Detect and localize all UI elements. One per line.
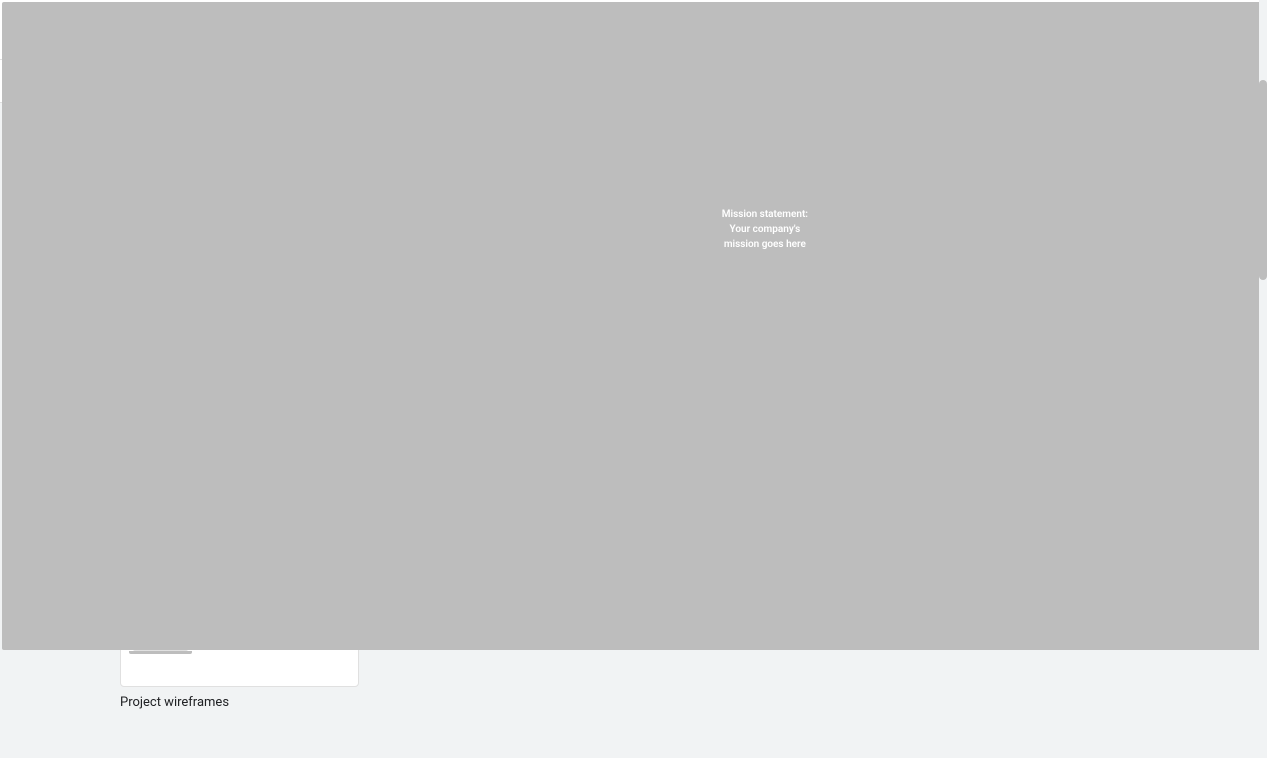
phone-screen (120, 547, 359, 650)
thumb-wireframes: ProjectWireframes Problem statement and … (120, 547, 359, 687)
content-area: Work Prototyping Presentation The best m… (0, 103, 1267, 758)
scrollbar-thumb[interactable] (1259, 80, 1267, 280)
template-name-wireframes: Project wireframes (120, 695, 359, 710)
phone-mock (192, 615, 212, 647)
pitch-line3: mission goes here (724, 239, 806, 250)
wireframes-mock (133, 615, 346, 651)
pitch-line1: Mission statement: (722, 209, 808, 220)
scrollbar[interactable] (1259, 0, 1267, 652)
pitch-line2: Your company's (730, 224, 801, 235)
templates-row-3: ProjectWireframes Problem statement and … (120, 547, 1147, 710)
thumb-pitch-text: Mission statement: Your company's missio… (722, 207, 808, 252)
template-project-wireframes[interactable]: ProjectWireframes Problem statement and … (120, 547, 359, 710)
